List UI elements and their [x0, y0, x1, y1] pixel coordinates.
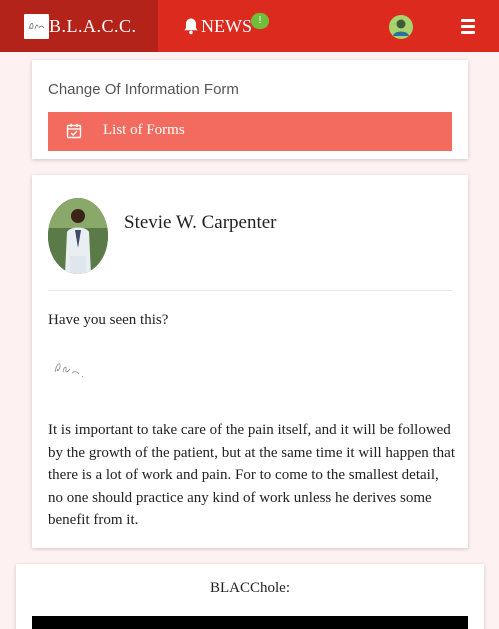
news-link[interactable]: NEWS ! — [182, 0, 269, 52]
divider — [48, 290, 452, 291]
news-label: NEWS — [201, 15, 252, 36]
form-title: Change Of Information Form — [48, 81, 239, 98]
calendar-check-icon — [66, 123, 82, 139]
list-of-forms-button[interactable]: List of Forms — [48, 112, 452, 151]
user-avatar-icon[interactable] — [389, 15, 413, 39]
form-card: Change Of Information Form List of Forms — [32, 60, 468, 159]
brand-logo-icon — [24, 13, 49, 39]
post-card: Stevie W. Carpenter Have you seen this? … — [32, 175, 468, 548]
brand-link[interactable]: B.L.A.C.C. — [0, 0, 158, 52]
list-of-forms-label: List of Forms — [103, 122, 185, 138]
post-body: It is important to take care of the pain… — [48, 422, 455, 529]
video-player[interactable] — [32, 616, 468, 629]
post-heading: Have you seen this? — [48, 312, 169, 328]
blacchole-title: BLACChole: — [209, 580, 290, 596]
menu-icon[interactable] — [458, 16, 478, 36]
top-navbar: B.L.A.C.C. NEWS ! — [0, 0, 499, 52]
brand-name: B.L.A.C.C. — [49, 15, 137, 36]
blacchole-card: BLACChole: — [16, 564, 484, 629]
news-badge: ! — [251, 13, 269, 29]
author-name: Stevie W. Carpenter — [124, 212, 277, 233]
post-signature-image — [52, 358, 88, 382]
author-photo — [48, 198, 108, 274]
bell-icon — [184, 18, 198, 35]
